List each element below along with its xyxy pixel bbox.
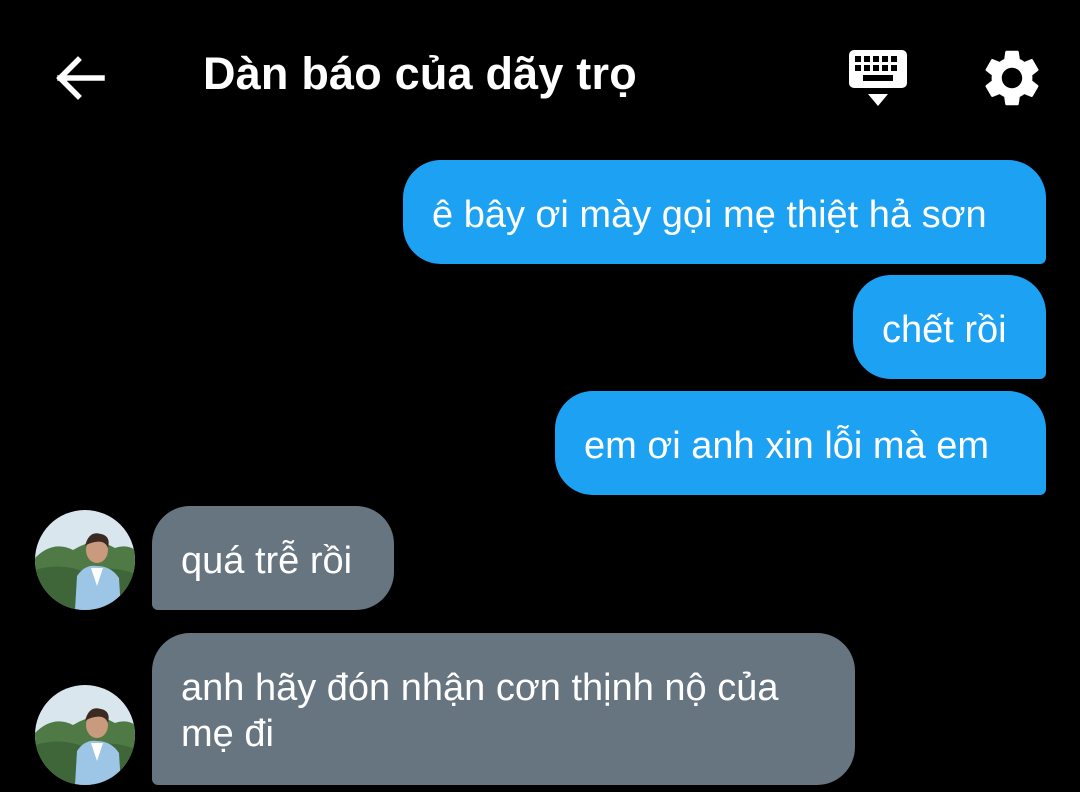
sent-message-bubble[interactable]: chết rồi <box>853 275 1046 379</box>
chat-screen: Dàn báo của dãy trọ ê bây ơi mày gọi mẹ … <box>0 0 1080 792</box>
contact-avatar[interactable] <box>35 510 135 610</box>
message-text: chết rồi <box>882 309 1007 351</box>
sent-message-bubble[interactable]: em ơi anh xin lỗi mà em <box>555 391 1046 495</box>
received-message-bubble[interactable]: anh hãy đón nhận cơn thịnh nộ của mẹ đi <box>152 633 855 785</box>
message-text: quá trễ rồi <box>181 540 353 582</box>
message-list: ê bây ơi mày gọi mẹ thiệt hả sơn chết rồ… <box>0 0 1080 792</box>
received-message-bubble[interactable]: quá trễ rồi <box>152 506 394 610</box>
avatar-photo <box>35 510 135 610</box>
message-text: anh hãy đón nhận cơn thịnh nộ của mẹ đi <box>181 667 779 755</box>
contact-avatar[interactable] <box>35 685 135 785</box>
message-text: ê bây ơi mày gọi mẹ thiệt hả sơn <box>432 194 987 236</box>
sent-message-bubble[interactable]: ê bây ơi mày gọi mẹ thiệt hả sơn <box>403 160 1046 264</box>
avatar-photo <box>35 685 135 785</box>
message-text: em ơi anh xin lỗi mà em <box>584 425 990 467</box>
